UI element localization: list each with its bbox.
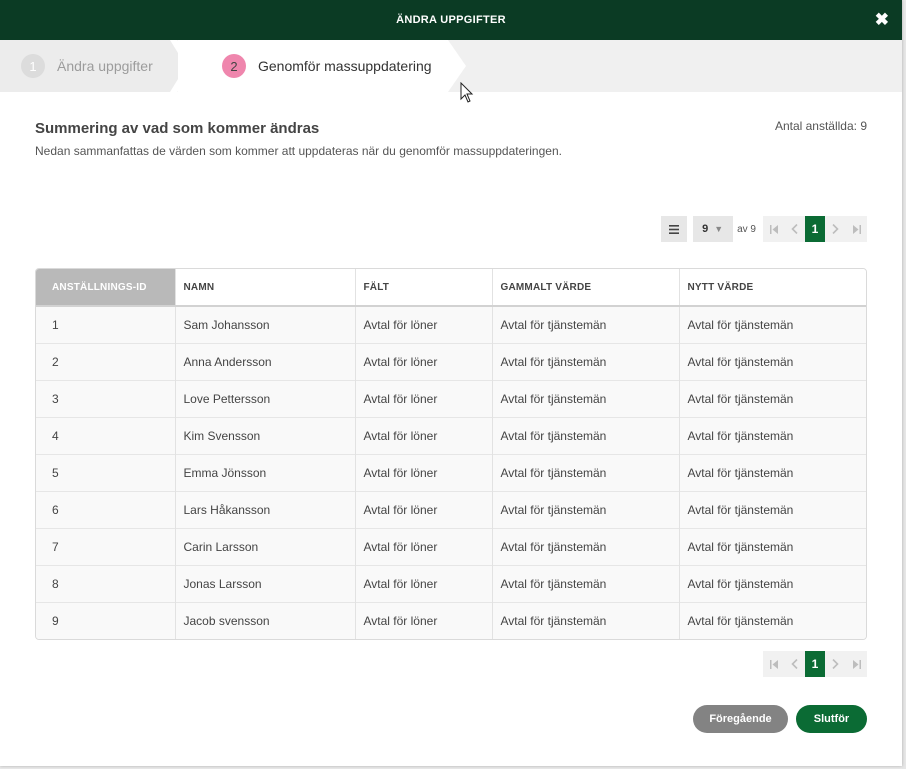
pager-bottom: 1 [763,651,867,677]
cell-employment-id: 1 [36,306,176,344]
dialog-title: ÄNDRA UPPGIFTER [396,14,506,26]
cell-employment-id: 8 [36,565,176,603]
cell-employment-id: 9 [36,602,176,639]
current-page-button[interactable]: 1 [805,651,825,677]
previous-button[interactable]: Föregående [693,705,788,733]
cell-new-value: Avtal för tjänstemän [679,306,866,344]
cell-new-value: Avtal för tjänstemän [679,417,866,455]
cell-new-value: Avtal för tjänstemän [679,602,866,639]
table-row: 9 Jacob svensson Avtal för löner Avtal f… [36,602,866,639]
table-row: 7 Carin Larsson Avtal för löner Avtal fö… [36,528,866,566]
first-page-icon[interactable] [763,216,784,242]
column-header-field[interactable]: FÄLT [355,269,493,307]
cell-name: Lars Håkansson [175,491,356,529]
step-number-1: 1 [21,54,45,78]
table-row: 5 Emma Jönsson Avtal för löner Avtal för… [36,454,866,492]
cell-employment-id: 6 [36,491,176,529]
cell-old-value: Avtal för tjänstemän [492,565,680,603]
cell-old-value: Avtal för tjänstemän [492,380,680,418]
cell-employment-id: 5 [36,454,176,492]
page-count-label: av 9 [737,223,756,235]
summary-table: ANSTÄLLNINGS-ID NAMN FÄLT GAMMALT VÄRDE … [35,268,867,640]
cell-field: Avtal för löner [355,491,493,529]
cell-name: Emma Jönsson [175,454,356,492]
cell-field: Avtal för löner [355,602,493,639]
next-page-icon[interactable] [825,651,846,677]
cell-field: Avtal för löner [355,343,493,381]
cell-old-value: Avtal för tjänstemän [492,306,680,344]
cell-field: Avtal för löner [355,565,493,603]
cell-old-value: Avtal för tjänstemän [492,602,680,639]
cell-name: Jacob svensson [175,602,356,639]
page-size-select[interactable]: 9 ▼ [693,216,734,242]
step-indicator: 1 Ändra uppgifter 2 Genomför massuppdate… [0,40,902,92]
cell-field: Avtal för löner [355,380,493,418]
cell-name: Sam Johansson [175,306,356,344]
cell-new-value: Avtal för tjänstemän [679,565,866,603]
cell-new-value: Avtal för tjänstemän [679,343,866,381]
summary-description: Nedan sammanfattas de värden som kommer … [35,144,562,158]
chevron-down-icon: ▼ [714,224,724,234]
cell-name: Love Pettersson [175,380,356,418]
cell-old-value: Avtal för tjänstemän [492,528,680,566]
mass-update-dialog: ÄNDRA UPPGIFTER ✖ 1 Ändra uppgifter 2 Ge… [0,0,902,766]
cell-employment-id: 7 [36,528,176,566]
cell-employment-id: 3 [36,380,176,418]
prev-page-icon[interactable] [784,651,805,677]
cell-employment-id: 2 [36,343,176,381]
next-page-icon[interactable] [825,216,846,242]
cell-old-value: Avtal för tjänstemän [492,491,680,529]
step-edit-details[interactable]: 1 Ändra uppgifter [0,40,178,92]
employee-count: Antal anställda: 9 [774,119,867,133]
cell-new-value: Avtal för tjänstemän [679,528,866,566]
menu-icon[interactable] [661,216,688,242]
table-header-row: ANSTÄLLNINGS-ID NAMN FÄLT GAMMALT VÄRDE … [36,269,866,307]
last-page-icon[interactable] [846,216,867,242]
pager-top: 9 ▼ av 9 1 [661,216,867,242]
last-page-icon[interactable] [846,651,867,677]
step-number-2: 2 [222,54,246,78]
background-page-edge [902,40,906,769]
table-row: 3 Love Pettersson Avtal för löner Avtal … [36,380,866,418]
summary-heading: Summering av vad som kommer ändras [35,120,320,137]
table-row: 4 Kim Svensson Avtal för löner Avtal för… [36,417,866,455]
mouse-cursor-icon [460,82,474,103]
page-navigation: 1 [763,216,867,242]
prev-page-icon[interactable] [784,216,805,242]
column-header-new-value[interactable]: NYTT VÄRDE [679,269,866,307]
cell-field: Avtal för löner [355,454,493,492]
column-header-employment-id[interactable]: ANSTÄLLNINGS-ID [36,269,176,307]
cell-name: Jonas Larsson [175,565,356,603]
current-page-button[interactable]: 1 [805,216,825,242]
cell-new-value: Avtal för tjänstemän [679,454,866,492]
cell-field: Avtal för löner [355,417,493,455]
cell-new-value: Avtal för tjänstemän [679,491,866,529]
finish-button[interactable]: Slutför [796,705,867,733]
step-label-1: Ändra uppgifter [57,58,153,74]
dialog-titlebar: ÄNDRA UPPGIFTER ✖ [0,0,902,40]
step-mass-update[interactable]: 2 Genomför massuppdatering [178,40,448,92]
cell-new-value: Avtal för tjänstemän [679,380,866,418]
cell-old-value: Avtal för tjänstemän [492,343,680,381]
cell-old-value: Avtal för tjänstemän [492,454,680,492]
cell-old-value: Avtal för tjänstemän [492,417,680,455]
cell-field: Avtal för löner [355,528,493,566]
cell-name: Carin Larsson [175,528,356,566]
page-navigation-bottom: 1 [763,651,867,677]
table-row: 2 Anna Andersson Avtal för löner Avtal f… [36,343,866,381]
cell-employment-id: 4 [36,417,176,455]
table-row: 8 Jonas Larsson Avtal för löner Avtal fö… [36,565,866,603]
cell-name: Kim Svensson [175,417,356,455]
cell-name: Anna Andersson [175,343,356,381]
close-icon[interactable]: ✖ [875,11,889,29]
first-page-icon[interactable] [763,651,784,677]
column-header-name[interactable]: NAMN [175,269,356,307]
page-size-value: 9 [702,223,709,235]
column-header-old-value[interactable]: GAMMALT VÄRDE [492,269,680,307]
table-row: 6 Lars Håkansson Avtal för löner Avtal f… [36,491,866,529]
cell-field: Avtal för löner [355,306,493,344]
step-label-2: Genomför massuppdatering [258,58,432,74]
table-row: 1 Sam Johansson Avtal för löner Avtal fö… [36,306,866,344]
